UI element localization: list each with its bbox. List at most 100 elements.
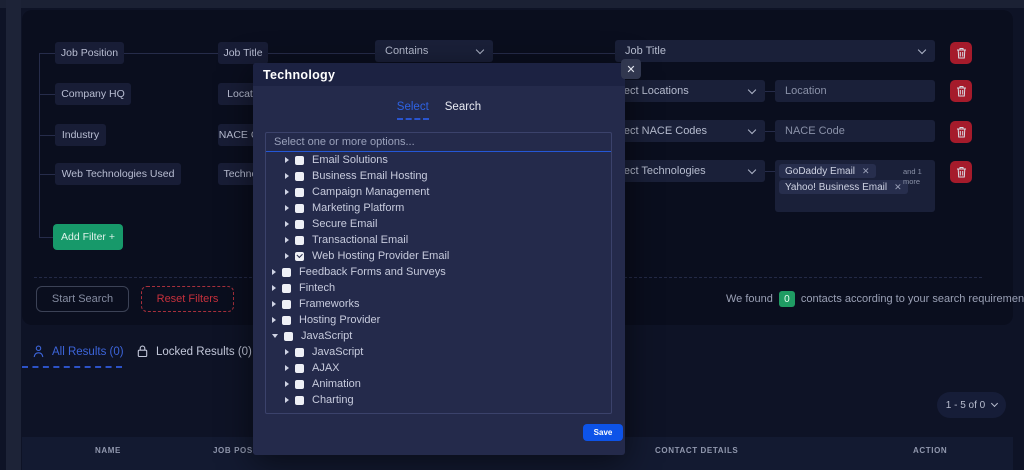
tree-item-label: Marketing Platform <box>312 202 404 214</box>
checkbox[interactable] <box>295 220 304 229</box>
caret-right-icon[interactable] <box>285 253 289 259</box>
lock-icon <box>137 345 148 358</box>
tag-chip: GoDaddy Email ✕ <box>779 164 876 178</box>
tab-all-results[interactable]: All Results (0) <box>33 345 124 358</box>
caret-right-icon[interactable] <box>285 173 289 179</box>
caret-right-icon[interactable] <box>285 397 289 403</box>
caret-right-icon[interactable] <box>272 285 276 291</box>
tree-row[interactable]: JavaScript <box>266 344 611 360</box>
filter-node-job-position: Job Position <box>55 42 124 64</box>
checkbox[interactable] <box>295 172 304 181</box>
options-search-input[interactable]: Select one or more options... <box>266 133 611 152</box>
results-summary: We found 0 contacts according to your se… <box>726 291 1024 307</box>
checkbox[interactable] <box>295 396 304 405</box>
job-title-select[interactable]: Job Title <box>615 40 935 62</box>
tree-row[interactable]: Fintech <box>266 280 611 296</box>
pagination-pill[interactable]: 1 - 5 of 0 <box>937 392 1006 418</box>
connector-line <box>765 171 775 172</box>
caret-right-icon[interactable] <box>285 237 289 243</box>
tree-row[interactable]: Web Hosting Provider Email <box>266 248 611 264</box>
chevron-down-icon <box>476 45 484 53</box>
add-filter-button[interactable]: Add Filter + <box>53 224 123 250</box>
tree-row[interactable]: Email Solutions <box>266 152 611 168</box>
operator-value: Contains <box>385 45 477 57</box>
selected-technologies-box[interactable]: GoDaddy Email ✕ Yahoo! Business Email ✕ … <box>775 160 935 212</box>
technology-modal: Technology Select Search Select one or m… <box>253 63 625 455</box>
checkbox[interactable] <box>282 268 291 277</box>
connector-line <box>39 237 53 238</box>
tree-row[interactable]: AJAX <box>266 360 611 376</box>
tree-row[interactable]: Animation <box>266 376 611 392</box>
tree-item-label: Email Solutions <box>312 154 388 166</box>
delete-filter-button[interactable] <box>950 42 972 64</box>
operator-select[interactable]: Contains <box>375 40 493 62</box>
tree-row[interactable]: JavaScript <box>266 328 611 344</box>
checkbox[interactable] <box>295 188 304 197</box>
tree-item-label: Charting <box>312 394 354 406</box>
delete-filter-button[interactable] <box>950 121 972 143</box>
checkbox[interactable] <box>295 236 304 245</box>
trash-icon <box>956 47 967 59</box>
tab-locked-results[interactable]: Locked Results (0) <box>137 345 252 358</box>
checkbox[interactable] <box>295 364 304 373</box>
save-button[interactable]: Save <box>583 424 623 441</box>
remove-tag-icon[interactable]: ✕ <box>894 182 902 193</box>
filter-node-web-technologies: Web Technologies Used <box>55 163 181 185</box>
tree-row[interactable]: Secure Email <box>266 216 611 232</box>
found-prefix: We found <box>726 293 773 305</box>
checkbox[interactable] <box>282 300 291 309</box>
tree-row[interactable]: Frameworks <box>266 296 611 312</box>
tag-chip: Yahoo! Business Email ✕ <box>779 180 908 194</box>
caret-right-icon[interactable] <box>272 317 276 323</box>
checkbox[interactable] <box>284 332 293 341</box>
chevron-down-icon <box>991 400 998 407</box>
tree-row[interactable]: Transactional Email <box>266 232 611 248</box>
modal-title: Technology <box>263 68 335 82</box>
close-icon: ✕ <box>626 63 635 76</box>
tab-all-results-label: All Results (0) <box>52 346 124 358</box>
caret-right-icon[interactable] <box>285 349 289 355</box>
delete-filter-button[interactable] <box>950 80 972 102</box>
checkbox[interactable] <box>295 380 304 389</box>
checkbox[interactable] <box>295 348 304 357</box>
tree-row[interactable]: Hosting Provider <box>266 312 611 328</box>
checkbox[interactable] <box>282 284 291 293</box>
tree-row[interactable]: Marketing Platform <box>266 200 611 216</box>
checkbox[interactable] <box>295 204 304 213</box>
delete-filter-button[interactable] <box>950 161 972 183</box>
caret-right-icon[interactable] <box>285 189 289 195</box>
table-header-name: NAME <box>95 446 121 455</box>
location-input[interactable] <box>775 80 935 102</box>
tree-item-label: Animation <box>312 378 361 390</box>
reset-filters-button[interactable]: Reset Filters <box>141 286 234 312</box>
caret-right-icon[interactable] <box>285 365 289 371</box>
modal-close-button[interactable]: ✕ <box>621 59 641 79</box>
connector-line <box>493 53 615 54</box>
checkbox-checked[interactable] <box>295 252 304 261</box>
caret-right-icon[interactable] <box>272 269 276 275</box>
tab-select[interactable]: Select <box>397 101 429 120</box>
remove-tag-icon[interactable]: ✕ <box>862 166 870 177</box>
connector-line <box>765 91 775 92</box>
caret-right-icon[interactable] <box>285 221 289 227</box>
tab-search[interactable]: Search <box>445 101 481 120</box>
chevron-down-icon <box>918 45 926 53</box>
results-count-badge: 0 <box>779 291 795 307</box>
caret-down-icon[interactable] <box>272 334 278 338</box>
table-header-action: ACTION <box>913 446 947 455</box>
caret-right-icon[interactable] <box>285 381 289 387</box>
caret-right-icon[interactable] <box>285 157 289 163</box>
nace-code-input[interactable] <box>775 120 935 142</box>
checkbox[interactable] <box>282 316 291 325</box>
caret-right-icon[interactable] <box>285 205 289 211</box>
checkbox[interactable] <box>295 156 304 165</box>
connector-line <box>39 135 55 136</box>
tree-row[interactable]: Charting <box>266 392 611 408</box>
tree-item-label: Business Email Hosting <box>312 170 428 182</box>
start-search-button[interactable]: Start Search <box>36 286 129 312</box>
tree-row[interactable]: Feedback Forms and Surveys <box>266 264 611 280</box>
caret-right-icon[interactable] <box>272 301 276 307</box>
chevron-down-icon <box>748 85 756 93</box>
tree-row[interactable]: Business Email Hosting <box>266 168 611 184</box>
tree-row[interactable]: Campaign Management <box>266 184 611 200</box>
